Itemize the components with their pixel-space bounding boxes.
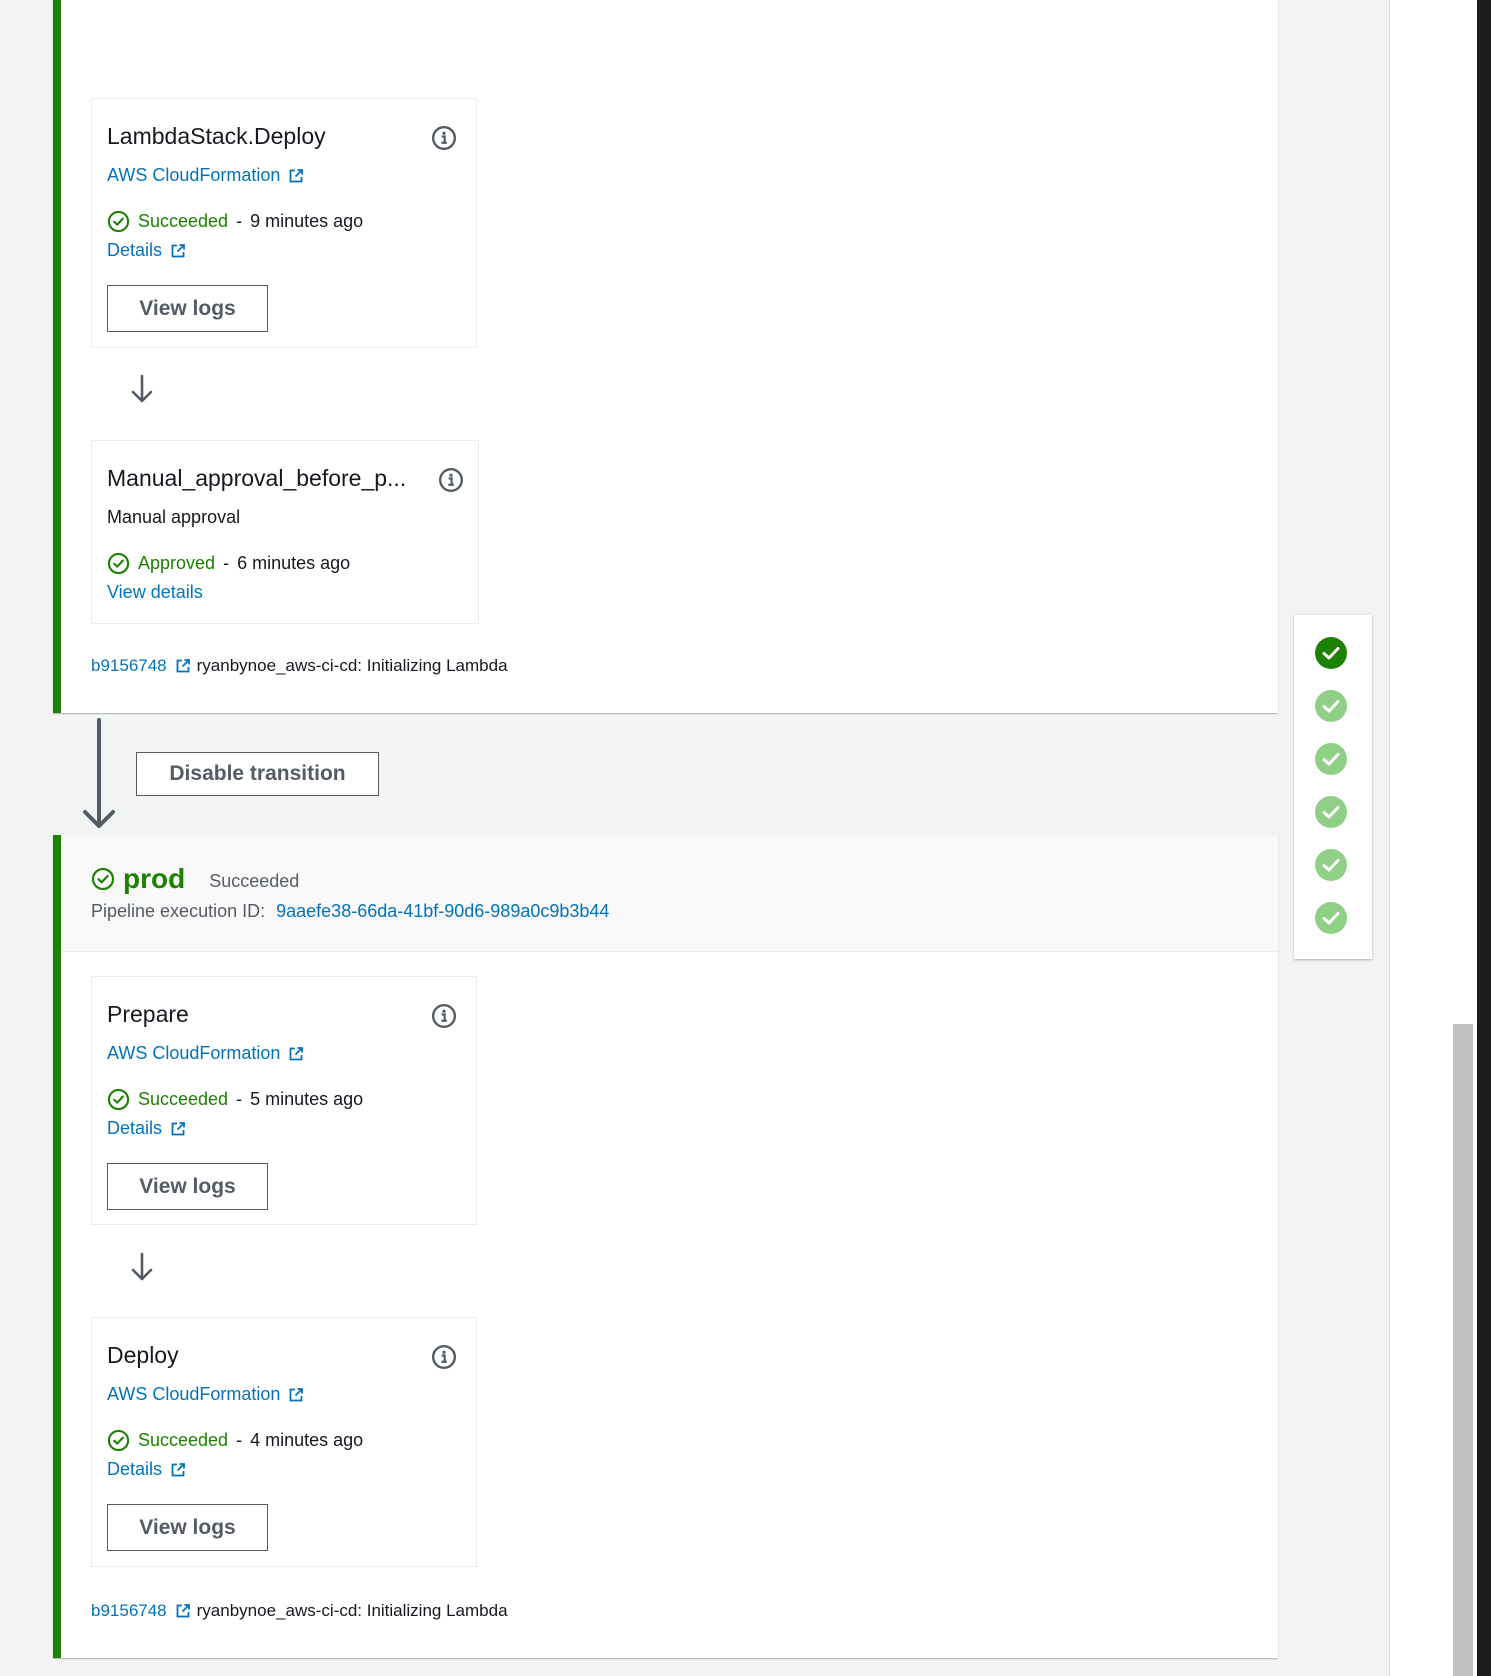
transition-arrow-icon bbox=[83, 718, 115, 828]
provider-link[interactable]: AWS CloudFormation bbox=[107, 165, 304, 186]
arrow-down-icon bbox=[128, 373, 156, 405]
window-edge bbox=[1477, 0, 1491, 1676]
view-logs-button[interactable]: View logs bbox=[107, 1504, 268, 1551]
external-link-icon bbox=[170, 1121, 186, 1137]
pipeline-execution: Pipeline execution ID: 9aaefe38-66da-41b… bbox=[91, 901, 609, 922]
external-link-icon[interactable] bbox=[175, 658, 191, 674]
separator: - bbox=[236, 211, 243, 231]
action-title: LambdaStack.Deploy bbox=[107, 123, 326, 149]
details-label: Details bbox=[107, 240, 163, 260]
status-text: Approved bbox=[138, 553, 216, 573]
separator: - bbox=[236, 1089, 243, 1109]
status-time: 5 minutes ago bbox=[250, 1089, 364, 1109]
action-title: Manual_approval_before_p... bbox=[107, 465, 407, 491]
stage-header: prod Succeeded Pipeline execution ID: 9a… bbox=[61, 835, 1278, 952]
details-label: Details bbox=[107, 1118, 163, 1138]
status-text: Succeeded bbox=[138, 1430, 229, 1450]
provider-link[interactable]: AWS CloudFormation bbox=[107, 1043, 304, 1064]
action-card-manual-approval: Manual_approval_before_p... Manual appro… bbox=[91, 440, 479, 624]
separator: - bbox=[223, 553, 230, 573]
external-link-icon bbox=[288, 1387, 304, 1403]
disable-transition-button[interactable]: Disable transition bbox=[136, 752, 379, 796]
info-icon[interactable] bbox=[431, 125, 457, 151]
status-text: Succeeded bbox=[138, 211, 229, 231]
action-card-lambdastack-deploy: LambdaStack.Deploy AWS CloudFormation Su… bbox=[91, 98, 477, 348]
check-circle-icon bbox=[107, 1088, 130, 1111]
details-link[interactable]: Details bbox=[107, 1118, 186, 1139]
info-icon[interactable] bbox=[431, 1003, 457, 1029]
stage-nav-check-icon[interactable] bbox=[1314, 636, 1348, 670]
details-label: View details bbox=[107, 582, 203, 602]
stage-nav-check-icon[interactable] bbox=[1314, 742, 1348, 776]
execution-label: Pipeline execution ID: bbox=[91, 901, 266, 921]
commit-id-link[interactable]: b9156748 bbox=[91, 656, 167, 676]
stage-build: LambdaStack.Deploy AWS CloudFormation Su… bbox=[53, 0, 1278, 713]
stage-nav-check-icon[interactable] bbox=[1314, 689, 1348, 723]
action-card-prepare: Prepare AWS CloudFormation Succeeded - 5… bbox=[91, 976, 477, 1225]
info-icon[interactable] bbox=[431, 1344, 457, 1370]
source-commit: b9156748 ryanbynoe_aws-ci-cd: Initializi… bbox=[91, 656, 508, 676]
action-title: Prepare bbox=[107, 1001, 189, 1027]
check-circle-icon bbox=[107, 1429, 130, 1452]
arrow-down-icon bbox=[128, 1251, 156, 1283]
external-link-icon bbox=[170, 243, 186, 259]
stage-name: prod bbox=[123, 863, 186, 894]
separator: - bbox=[236, 1430, 243, 1450]
view-logs-button[interactable]: View logs bbox=[107, 1163, 268, 1210]
stage-prod: prod Succeeded Pipeline execution ID: 9a… bbox=[53, 835, 1278, 1658]
status-time: 9 minutes ago bbox=[250, 211, 364, 231]
provider-label: AWS CloudFormation bbox=[107, 1043, 281, 1063]
scrollbar-thumb[interactable] bbox=[1453, 1024, 1473, 1676]
details-link[interactable]: Details bbox=[107, 240, 186, 261]
stage-title: prod Succeeded bbox=[91, 863, 299, 895]
check-circle-icon bbox=[107, 552, 130, 575]
external-link-icon bbox=[288, 168, 304, 184]
status-time: 6 minutes ago bbox=[237, 553, 351, 573]
execution-id-link[interactable]: 9aaefe38-66da-41bf-90d6-989a0c9b3b44 bbox=[276, 901, 609, 921]
action-status: Succeeded - 9 minutes ago bbox=[107, 210, 363, 233]
details-link[interactable]: Details bbox=[107, 1459, 186, 1480]
external-link-icon[interactable] bbox=[175, 1603, 191, 1619]
external-link-icon bbox=[288, 1046, 304, 1062]
provider-label: AWS CloudFormation bbox=[107, 165, 281, 185]
action-status: Succeeded - 5 minutes ago bbox=[107, 1088, 363, 1111]
stage-nav-check-icon[interactable] bbox=[1314, 901, 1348, 935]
commit-id-link[interactable]: b9156748 bbox=[91, 1601, 167, 1621]
view-logs-button[interactable]: View logs bbox=[107, 285, 268, 332]
provider-label: Manual approval bbox=[107, 507, 241, 527]
status-text: Succeeded bbox=[138, 1089, 229, 1109]
stage-navigator bbox=[1294, 614, 1372, 959]
view-details-link[interactable]: View details bbox=[107, 582, 203, 603]
stage-status: Succeeded bbox=[209, 870, 300, 891]
commit-message: ryanbynoe_aws-ci-cd: Initializing Lambda bbox=[196, 1601, 508, 1620]
details-label: Details bbox=[107, 1459, 163, 1479]
status-time: 4 minutes ago bbox=[250, 1430, 364, 1450]
stage-nav-check-icon[interactable] bbox=[1314, 795, 1348, 829]
right-panel bbox=[1389, 0, 1449, 1676]
external-link-icon bbox=[170, 1462, 186, 1478]
action-title: Deploy bbox=[107, 1342, 179, 1368]
stage-nav-check-icon[interactable] bbox=[1314, 848, 1348, 882]
commit-message: ryanbynoe_aws-ci-cd: Initializing Lambda bbox=[196, 656, 508, 675]
info-icon[interactable] bbox=[438, 467, 464, 493]
check-circle-icon bbox=[91, 867, 115, 891]
provider-link[interactable]: AWS CloudFormation bbox=[107, 1384, 304, 1405]
action-card-deploy: Deploy AWS CloudFormation Succeeded - 4 … bbox=[91, 1317, 477, 1567]
action-status: Approved - 6 minutes ago bbox=[107, 552, 350, 575]
action-status: Succeeded - 4 minutes ago bbox=[107, 1429, 363, 1452]
source-commit: b9156748 ryanbynoe_aws-ci-cd: Initializi… bbox=[91, 1601, 508, 1621]
provider-label: AWS CloudFormation bbox=[107, 1384, 281, 1404]
check-circle-icon bbox=[107, 210, 130, 233]
